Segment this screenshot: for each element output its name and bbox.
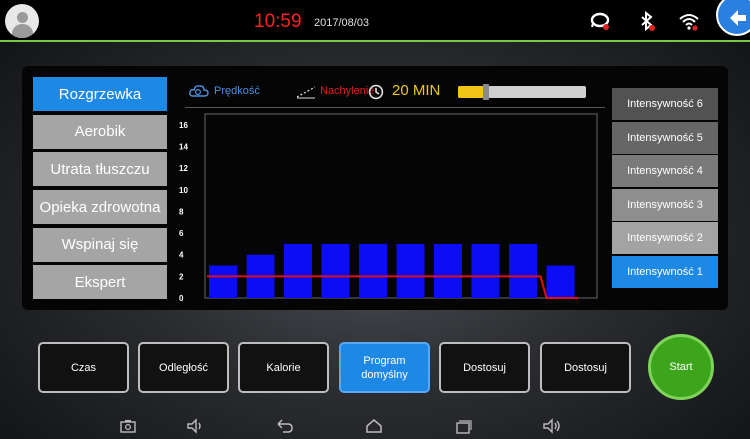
navigation-bar	[0, 413, 750, 439]
program-label: Opieka zdrowotna	[39, 198, 161, 216]
y-tick-label: 14	[179, 142, 188, 151]
y-tick-label: 0	[179, 294, 184, 302]
custom-program-button-2[interactable]: Dostosuj	[540, 342, 631, 393]
speed-cloud-icon	[189, 85, 209, 97]
duration-label: 20 MIN	[392, 82, 441, 99]
program-item-aerobic[interactable]: Aerobik	[33, 114, 167, 149]
intensity-label: Intensywność 2	[627, 232, 703, 245]
home-icon[interactable]	[364, 417, 384, 435]
duration-slider-fill	[458, 86, 487, 98]
clock-date: 2017/08/03	[314, 17, 370, 29]
y-tick-label: 10	[179, 186, 188, 195]
user-avatar[interactable]	[5, 4, 39, 38]
speed-bar	[396, 243, 425, 298]
custom-program-button-1[interactable]: Dostosuj	[439, 342, 530, 393]
program-label: Utrata tłuszczu	[50, 160, 150, 178]
intensity-list: Intensywność 6 Intensywność 5 Intensywno…	[612, 88, 718, 290]
duration-slider[interactable]	[458, 84, 586, 100]
intensity-item-2[interactable]: Intensywność 2	[612, 222, 718, 255]
intensity-item-4[interactable]: Intensywność 4	[612, 155, 718, 188]
program-label: Wspinaj się	[61, 236, 139, 254]
screenshot-icon[interactable]	[118, 417, 138, 435]
speed-bar	[321, 243, 350, 298]
program-item-expert[interactable]: Ekspert	[33, 265, 167, 300]
intensity-label: Intensywność 4	[627, 165, 703, 178]
chart-header: Prędkość Nachylenie 20 MIN	[185, 80, 605, 108]
distance-mode-button[interactable]: Odległość	[138, 342, 229, 393]
wifi-icon[interactable]	[678, 10, 700, 32]
program-item-warmup[interactable]: Rozgrzewka	[33, 77, 167, 111]
heart-rate-sensor-icon[interactable]	[589, 10, 611, 32]
program-item-climb[interactable]: Wspinaj się	[33, 227, 167, 262]
y-tick-label: 2	[179, 272, 184, 281]
speed-bar	[284, 243, 312, 298]
back-arrow-icon	[730, 10, 746, 26]
header-divider	[185, 107, 605, 108]
button-label: Program domyślny	[361, 354, 408, 381]
y-tick-label: 16	[179, 121, 188, 130]
volume-down-icon[interactable]	[185, 417, 205, 435]
y-tick-label: 6	[179, 229, 184, 238]
incline-legend-label: Nachylenie	[320, 85, 375, 97]
program-item-health-care[interactable]: Opieka zdrowotna	[33, 190, 167, 225]
y-tick-label: 4	[179, 251, 184, 260]
duration-slider-thumb[interactable]	[483, 84, 490, 100]
button-label: Czas	[70, 361, 97, 374]
avatar-head	[17, 12, 28, 23]
program-list: Rozgrzewka Aerobik Utrata tłuszczu Opiek…	[33, 77, 167, 303]
button-label: Dostosuj	[564, 361, 607, 374]
button-label: Odległość	[159, 361, 208, 374]
speed-bar	[509, 243, 537, 298]
recent-apps-icon[interactable]	[453, 417, 473, 435]
main-panel: Rozgrzewka Aerobik Utrata tłuszczu Opiek…	[22, 66, 728, 310]
button-label: Dostosuj	[463, 361, 506, 374]
back-nav-icon[interactable]	[274, 417, 294, 435]
intensity-label: Intensywność 1	[627, 265, 703, 278]
intensity-item-1[interactable]: Intensywność 1	[612, 255, 718, 288]
intensity-label: Intensywność 6	[627, 98, 703, 110]
button-label: Start	[669, 361, 693, 373]
status-bar: 10:59 2017/08/03	[0, 0, 750, 42]
bluetooth-icon[interactable]	[636, 10, 658, 32]
button-label: Kalorie	[266, 361, 301, 374]
start-button[interactable]: Start	[648, 334, 714, 400]
speed-bar	[209, 265, 237, 298]
intensity-item-5[interactable]: Intensywność 5	[612, 121, 718, 154]
intensity-label: Intensywność 5	[627, 131, 703, 144]
intensity-item-3[interactable]: Intensywność 3	[612, 188, 718, 221]
time-mode-button[interactable]: Czas	[38, 342, 129, 393]
y-tick-label: 8	[179, 207, 184, 216]
intensity-label: Intensywność 3	[627, 198, 703, 211]
speed-bar	[359, 243, 387, 298]
back-button[interactable]	[716, 0, 750, 36]
speed-bar	[546, 265, 575, 298]
volume-up-icon[interactable]	[542, 417, 562, 435]
avatar-torso	[12, 24, 33, 38]
intensity-item-6[interactable]: Intensywność 6	[612, 88, 718, 120]
speed-bar	[434, 243, 462, 298]
default-program-button[interactable]: Program domyślny	[339, 342, 430, 393]
clock-time: 10:59	[254, 11, 302, 32]
y-tick-label: 12	[179, 164, 188, 173]
clock-icon	[368, 84, 384, 100]
program-item-fat-loss[interactable]: Utrata tłuszczu	[33, 152, 167, 187]
program-label: Ekspert	[74, 273, 126, 291]
calories-mode-button[interactable]: Kalorie	[238, 342, 329, 393]
program-label: Aerobik	[74, 123, 126, 141]
speed-legend-label: Prędkość	[214, 85, 260, 97]
program-profile-chart: 0 2 4 6 8 10 12 14 16	[179, 113, 598, 302]
program-label: Rozgrzewka	[58, 85, 142, 103]
incline-icon	[296, 86, 316, 99]
speed-bar	[471, 243, 500, 298]
